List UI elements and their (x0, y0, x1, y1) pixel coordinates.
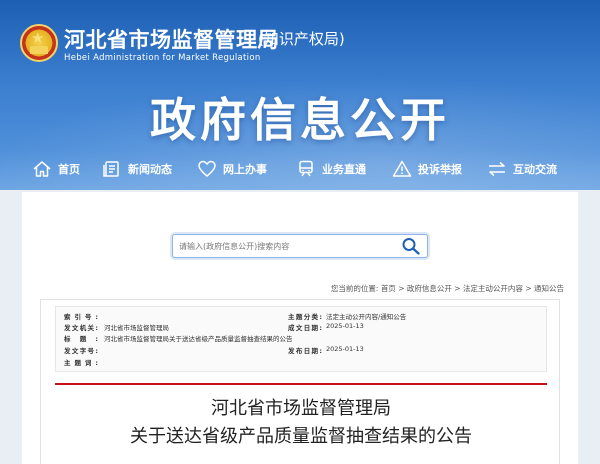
nav-label: 新闻动态 (128, 163, 172, 176)
breadcrumb-item-notice[interactable]: 通知公告 (534, 284, 564, 293)
national-emblem-icon: ★ (20, 24, 58, 62)
breadcrumb-separator: > (398, 284, 407, 293)
breadcrumb-prefix: 您当前的位置: (330, 284, 379, 293)
breadcrumb-item-home[interactable]: 首页 (381, 284, 396, 293)
article-content: 索引号: 主题分类: 法定主动公开内容/通知公告 发文机关: 河北省市场监督管理… (40, 299, 560, 464)
nav-item-news[interactable]: 新闻动态 (102, 154, 172, 184)
document-title-line1: 河北省市场监督管理局 (211, 398, 391, 419)
nav-label: 首页 (58, 163, 80, 176)
meta-row: 发文字号: 发布日期: 2025-01-13 (56, 345, 546, 357)
meta-label-publish: 发布日期: (288, 347, 322, 355)
meta-value-category: 法定主动公开内容/通知公告 (326, 313, 407, 321)
document-title-line2: 关于送达省级产品质量监督抽查结果的公告 (130, 426, 472, 447)
title-divider (55, 383, 547, 385)
nav-label: 网上办事 (223, 163, 267, 176)
meta-row: 主题词: (56, 357, 546, 369)
search-input[interactable] (179, 235, 393, 257)
warning-icon (392, 160, 412, 177)
meta-label-date: 成文日期: (288, 324, 322, 332)
page-title: 政府信息公开 (150, 93, 450, 147)
org-name-sub: (知识产权局) (258, 30, 345, 48)
news-icon (103, 161, 119, 177)
org-name-cn[interactable]: 河北省市场监督管理局 (64, 24, 279, 54)
breadcrumb-item-gov-info[interactable]: 政府信息公开 (407, 284, 452, 293)
metadata-table: 索引号: 主题分类: 法定主动公开内容/通知公告 发文机关: 河北省市场监督管理… (55, 306, 547, 372)
nav-item-online-service[interactable]: 网上办事 (197, 154, 267, 184)
business-icon (299, 160, 313, 177)
home-icon (33, 161, 51, 177)
meta-label-title: 标题: (64, 335, 98, 343)
breadcrumb-item-statutory[interactable]: 法定主动公开内容 (463, 284, 523, 293)
meta-row: 标题: 河北省市场监督管理局关于送达省级产品质量监督抽查结果的公告 (56, 333, 546, 345)
nav-item-complaint[interactable]: 投诉举报 (392, 154, 462, 184)
meta-value-issuer: 河北省市场监督管理局 (104, 324, 169, 332)
breadcrumb-separator: > (525, 284, 534, 293)
meta-label-issuer: 发文机关: (64, 324, 98, 332)
header-banner: ★ 河北省市场监督管理局 (知识产权局) Hebei Administratio… (0, 0, 600, 190)
meta-label-category: 主题分类: (288, 313, 322, 321)
meta-value-publish: 2025-01-13 (326, 345, 364, 353)
main-panel: 您当前的位置: 首页 > 政府信息公开 > 法定主动公开内容 > 通知公告 索引… (22, 192, 578, 464)
nav-item-interaction[interactable]: 互动交流 (487, 154, 557, 184)
nav-label: 业务直通 (322, 163, 366, 176)
exchange-icon (489, 161, 505, 177)
org-name-en: Hebei Administration for Market Regulati… (64, 53, 261, 63)
document-title: 河北省市场监督管理局 关于送达省级产品质量监督抽查结果的公告 (41, 395, 561, 451)
breadcrumb-separator: > (454, 284, 463, 293)
nav-label: 互动交流 (513, 163, 557, 176)
heart-service-icon (198, 160, 216, 177)
meta-value-date: 2025-01-13 (326, 322, 364, 330)
breadcrumb: 您当前的位置: 首页 > 政府信息公开 > 法定主动公开内容 > 通知公告 (331, 283, 564, 294)
meta-label-keyword: 主题词: (64, 359, 98, 367)
meta-label-docno: 发文字号: (64, 347, 98, 355)
meta-value-title: 河北省市场监督管理局关于送达省级产品质量监督抽查结果的公告 (104, 335, 293, 343)
nav-item-home[interactable]: 首页 (32, 154, 80, 184)
search-box (172, 234, 428, 258)
main-nav: 首页 新闻动态 网上办事 业务直通 投诉举报 互动交流 (0, 154, 600, 184)
search-icon[interactable] (401, 237, 421, 255)
meta-label-index: 索引号: (64, 313, 98, 321)
nav-item-business[interactable]: 业务直通 (296, 154, 366, 184)
nav-label: 投诉举报 (418, 163, 462, 176)
